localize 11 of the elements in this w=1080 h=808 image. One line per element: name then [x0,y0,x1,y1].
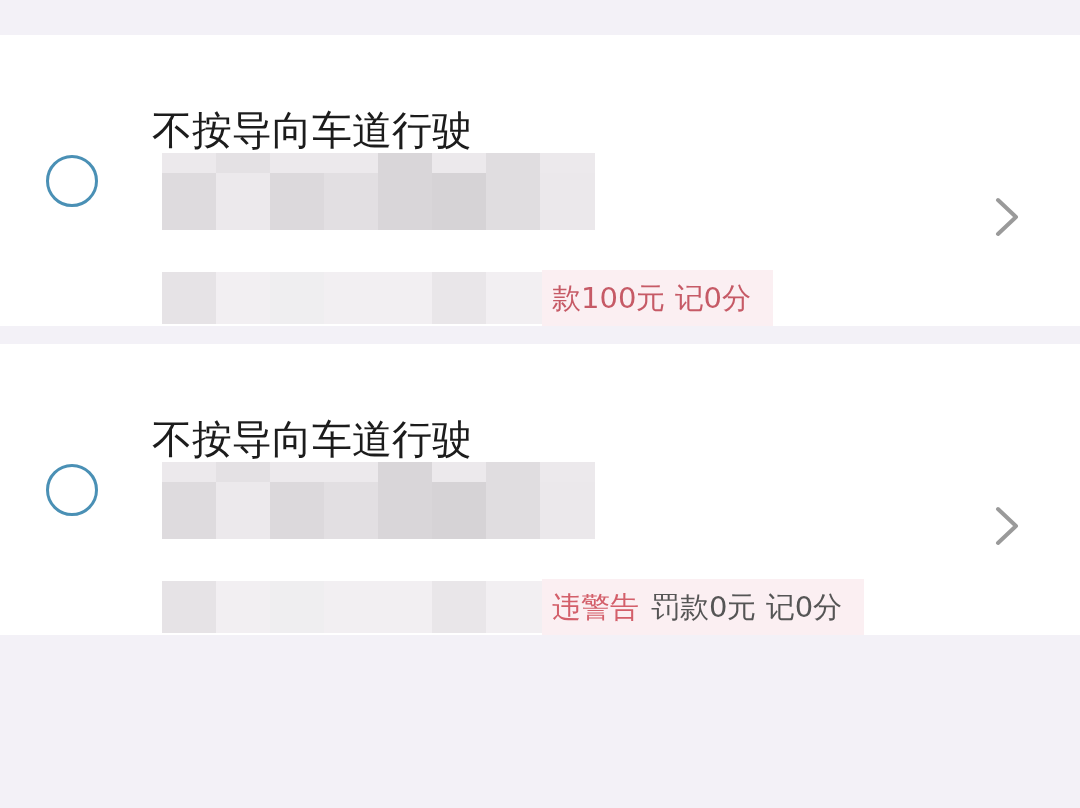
penalty-text: 违警告 [552,589,639,626]
violation-title: 不按导向车道行驶 [152,107,473,153]
violation-card[interactable]: 不按导向车道行驶 款100元 记0分 [0,35,1080,326]
radio-button[interactable] [46,464,98,516]
penalty-text: 款100元 记0分 [552,280,752,317]
penalty-text: 罚款0元 记0分 [651,589,843,626]
chevron-right-icon [994,197,1020,237]
radio-button[interactable] [46,155,98,207]
violation-title: 不按导向车道行驶 [152,416,473,462]
violation-card[interactable]: 不按导向车道行驶 违警告 罚款0元 记0分 [0,344,1080,635]
chevron-right-icon [994,506,1020,546]
